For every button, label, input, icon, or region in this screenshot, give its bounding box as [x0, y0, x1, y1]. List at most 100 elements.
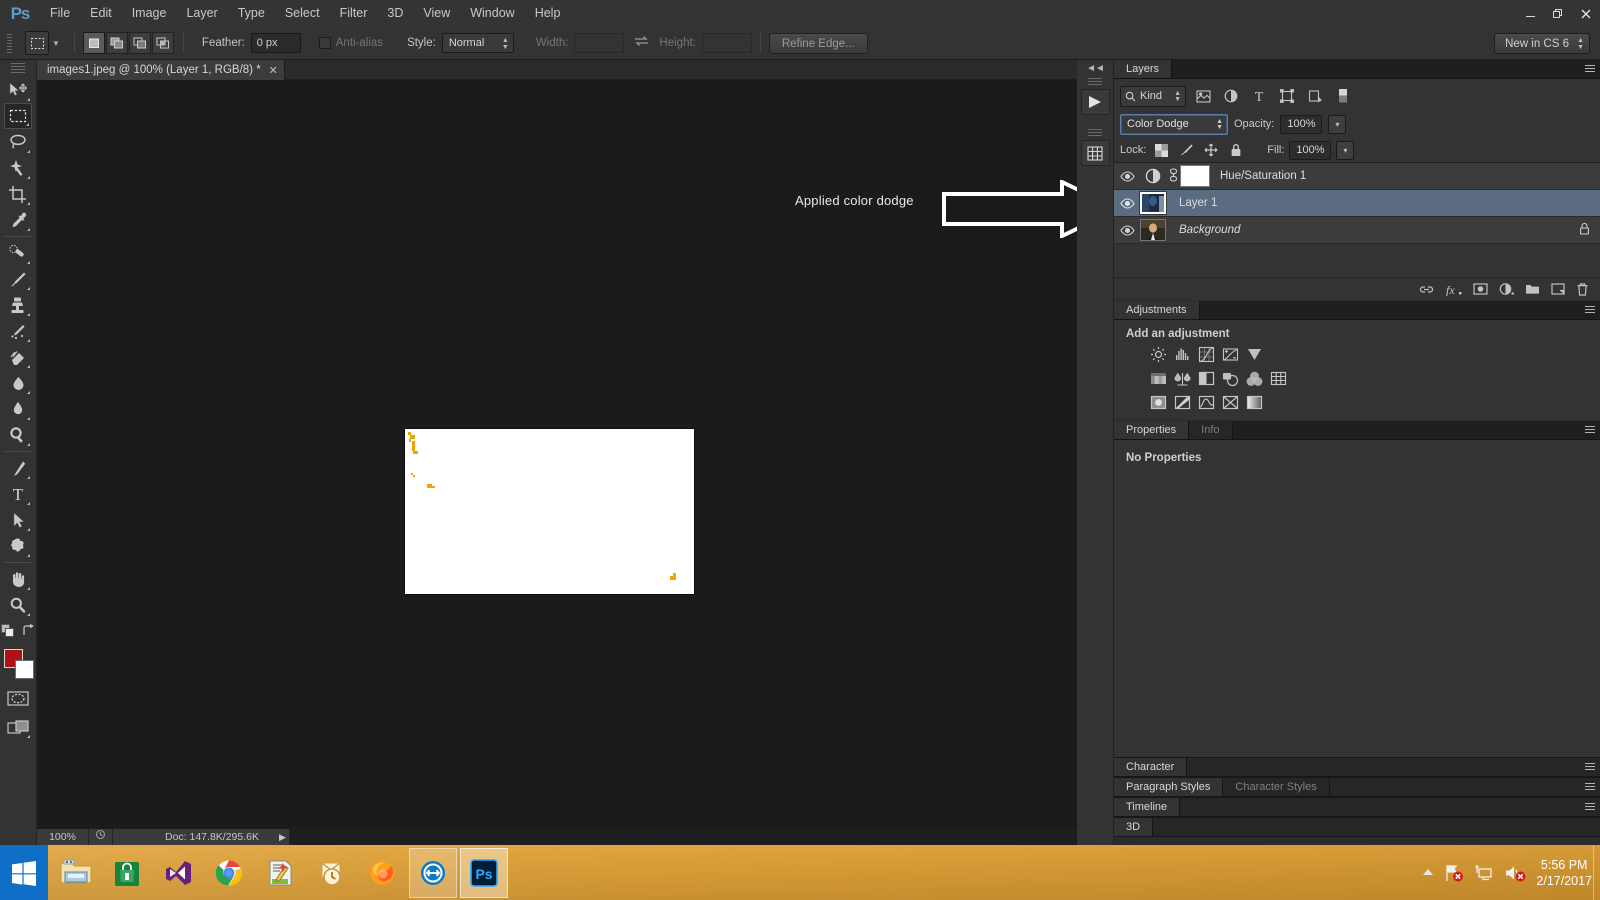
anti-alias-checkbox[interactable] — [318, 37, 331, 49]
table-row[interactable]: Layer 1 — [1114, 190, 1600, 217]
workspace-switcher-button[interactable]: New in CS 6 ▲ ▼ — [1494, 33, 1590, 54]
fill-input[interactable]: 100% — [1289, 140, 1332, 160]
table-row[interactable]: Background — [1114, 217, 1600, 244]
history-brush-tool[interactable] — [4, 318, 32, 344]
menu-edit[interactable]: Edit — [80, 0, 122, 27]
blend-mode-select[interactable]: Color Dodge ▲ ▼ — [1120, 113, 1228, 135]
pen-tool[interactable] — [4, 455, 32, 481]
options-bar-grip[interactable] — [3, 32, 17, 54]
opacity-input[interactable]: 100% — [1280, 114, 1323, 134]
layer-style-fx-icon[interactable]: fx — [1445, 283, 1462, 296]
panel-menu-icon[interactable] — [1584, 305, 1596, 316]
hand-tool[interactable] — [4, 566, 32, 592]
dodge-tool[interactable] — [4, 422, 32, 448]
google-chrome-icon[interactable] — [205, 848, 253, 898]
fill-slider-chevron-icon[interactable]: ▾ — [1336, 140, 1355, 160]
default-colors-icon[interactable] — [1, 624, 15, 643]
menu-layer[interactable]: Layer — [176, 0, 227, 27]
quick-selection-tool[interactable] — [4, 155, 32, 181]
show-desktop-button[interactable] — [1593, 845, 1600, 900]
tool-preset-chevron-down-icon[interactable]: ▼ — [52, 39, 60, 48]
new-adjustment-layer-icon[interactable] — [1499, 282, 1514, 296]
histogram-icon[interactable] — [1080, 140, 1110, 166]
invert-icon[interactable] — [1150, 394, 1167, 411]
new-selection-button[interactable] — [82, 32, 105, 54]
lock-image-pixels-icon[interactable] — [1176, 140, 1196, 160]
smart-object-filter-icon[interactable] — [1304, 86, 1326, 107]
rectangular-marquee-icon[interactable] — [25, 31, 49, 55]
tools-panel-grip[interactable] — [11, 63, 25, 75]
eyedropper-tool[interactable] — [4, 207, 32, 233]
notepad-plus-plus-icon[interactable] — [256, 848, 304, 898]
crop-tool[interactable] — [4, 181, 32, 207]
panel-menu-icon[interactable] — [1584, 782, 1596, 793]
table-row[interactable]: Hue/Saturation 1 — [1114, 163, 1600, 190]
menu-type[interactable]: Type — [228, 0, 275, 27]
curves-icon[interactable] — [1198, 346, 1215, 363]
show-hidden-icons-icon[interactable] — [1422, 868, 1434, 877]
menu-3d[interactable]: 3D — [377, 0, 413, 27]
display-icon[interactable] — [1474, 864, 1494, 882]
spot-healing-brush-tool[interactable] — [4, 240, 32, 266]
channel-mixer-icon[interactable] — [1246, 370, 1263, 387]
zoom-level[interactable]: 100% — [37, 829, 89, 845]
menu-filter[interactable]: Filter — [330, 0, 378, 27]
hue-saturation-icon[interactable] — [1150, 370, 1167, 387]
rail-grip-2[interactable] — [1088, 129, 1102, 138]
new-group-icon[interactable] — [1525, 283, 1540, 295]
outlook-icon[interactable] — [307, 848, 355, 898]
tab-layers[interactable]: Layers — [1114, 60, 1173, 78]
zoom-tool[interactable] — [4, 592, 32, 618]
levels-icon[interactable] — [1174, 346, 1191, 363]
feather-input[interactable]: 0 px — [250, 33, 301, 53]
document-profile-icon[interactable] — [89, 829, 113, 845]
windows-start-icon[interactable] — [0, 845, 48, 900]
custom-shape-tool[interactable] — [4, 533, 32, 559]
layer-thumbnail[interactable] — [1139, 191, 1167, 215]
menu-view[interactable]: View — [413, 0, 460, 27]
gradient-map-icon[interactable] — [1222, 394, 1239, 411]
panel-menu-icon[interactable] — [1584, 802, 1596, 813]
restore-button[interactable] — [1544, 0, 1572, 27]
width-input[interactable] — [574, 33, 625, 53]
menu-help[interactable]: Help — [525, 0, 571, 27]
move-tool[interactable] — [4, 77, 32, 103]
layer-thumbnail[interactable] — [1140, 219, 1166, 241]
lock-position-icon[interactable] — [1201, 140, 1221, 160]
link-mask-icon[interactable] — [1166, 167, 1180, 185]
network-disconnected-icon[interactable] — [1444, 864, 1464, 882]
add-to-selection-button[interactable] — [105, 32, 128, 54]
filter-toggle-icon[interactable] — [1332, 86, 1354, 107]
refine-edge-button[interactable]: Refine Edge... — [768, 32, 868, 54]
color-balance-icon[interactable] — [1174, 370, 1191, 387]
clone-stamp-tool[interactable] — [4, 292, 32, 318]
delete-layer-icon[interactable] — [1576, 282, 1589, 296]
brightness-contrast-icon[interactable] — [1150, 346, 1167, 363]
collapse-panels-icon[interactable]: ◄◄ — [1077, 60, 1113, 74]
color-lookup-icon[interactable] — [1270, 370, 1287, 387]
document-tab[interactable]: images1.jpeg @ 100% (Layer 1, RGB/8) * ✕ — [37, 60, 285, 80]
firefox-icon[interactable] — [358, 848, 406, 898]
layer-filter-kind-select[interactable]: Kind ▲ ▼ — [1120, 85, 1186, 107]
play-actions-icon[interactable] — [1080, 89, 1110, 115]
rectangular-marquee-tool[interactable] — [4, 103, 32, 129]
menu-select[interactable]: Select — [275, 0, 330, 27]
gradient-tool[interactable] — [4, 370, 32, 396]
add-layer-mask-icon[interactable] — [1473, 283, 1488, 295]
layer-visibility-icon[interactable] — [1114, 224, 1140, 236]
photo-filter-icon[interactable] — [1222, 370, 1239, 387]
new-layer-icon[interactable] — [1551, 283, 1565, 295]
threshold-icon[interactable] — [1198, 394, 1215, 411]
background-color-swatch[interactable] — [15, 660, 34, 679]
photoshop-icon[interactable]: Ps — [460, 847, 508, 898]
swap-colors-icon[interactable] — [21, 624, 35, 643]
style-select[interactable]: Normal ▲ ▼ — [441, 33, 514, 53]
type-layers-filter-icon[interactable]: T — [1248, 86, 1270, 107]
tab-paragraph-styles[interactable]: Paragraph Styles — [1114, 778, 1224, 796]
opacity-slider-chevron-icon[interactable]: ▾ — [1328, 114, 1347, 134]
close-icon[interactable]: ✕ — [269, 64, 278, 77]
layer-visibility-icon[interactable] — [1114, 197, 1140, 209]
menu-window[interactable]: Window — [460, 0, 524, 27]
tab-info[interactable]: Info — [1189, 421, 1233, 439]
play-icon[interactable]: ▶ — [279, 832, 286, 843]
